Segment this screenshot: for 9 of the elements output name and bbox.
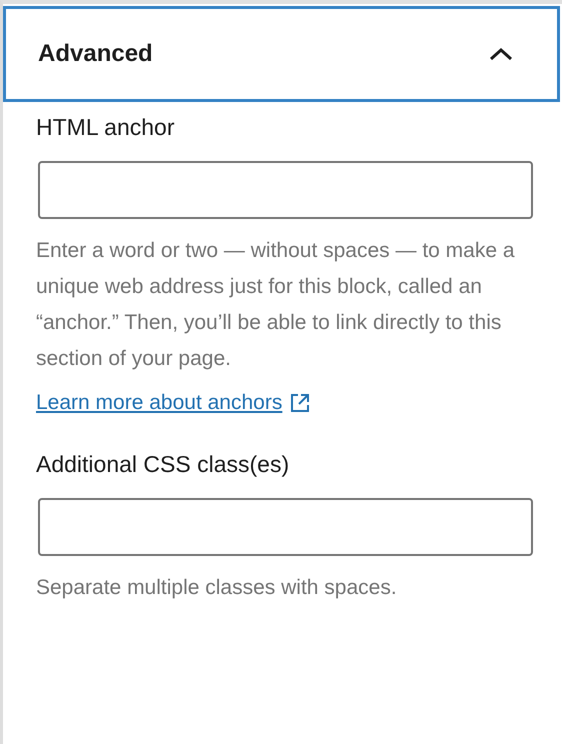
panel-header[interactable]: Advanced (3, 6, 560, 102)
field-label: HTML anchor (36, 114, 174, 141)
input-field[interactable] (38, 498, 533, 556)
help-text: Separate multiple classes with spaces. (36, 575, 397, 601)
help-text: Enter a word or two — without spaces — to make a unique web address just for this block, called an “anchor.” Then, you’ll be able to link directly to this section of your page. (36, 238, 516, 372)
learn-more-link[interactable]: Learn more about anchors (36, 391, 312, 415)
field-label: Additional CSS class(es) (36, 451, 290, 478)
input-field[interactable] (38, 161, 533, 219)
chevron-icon (489, 47, 513, 61)
